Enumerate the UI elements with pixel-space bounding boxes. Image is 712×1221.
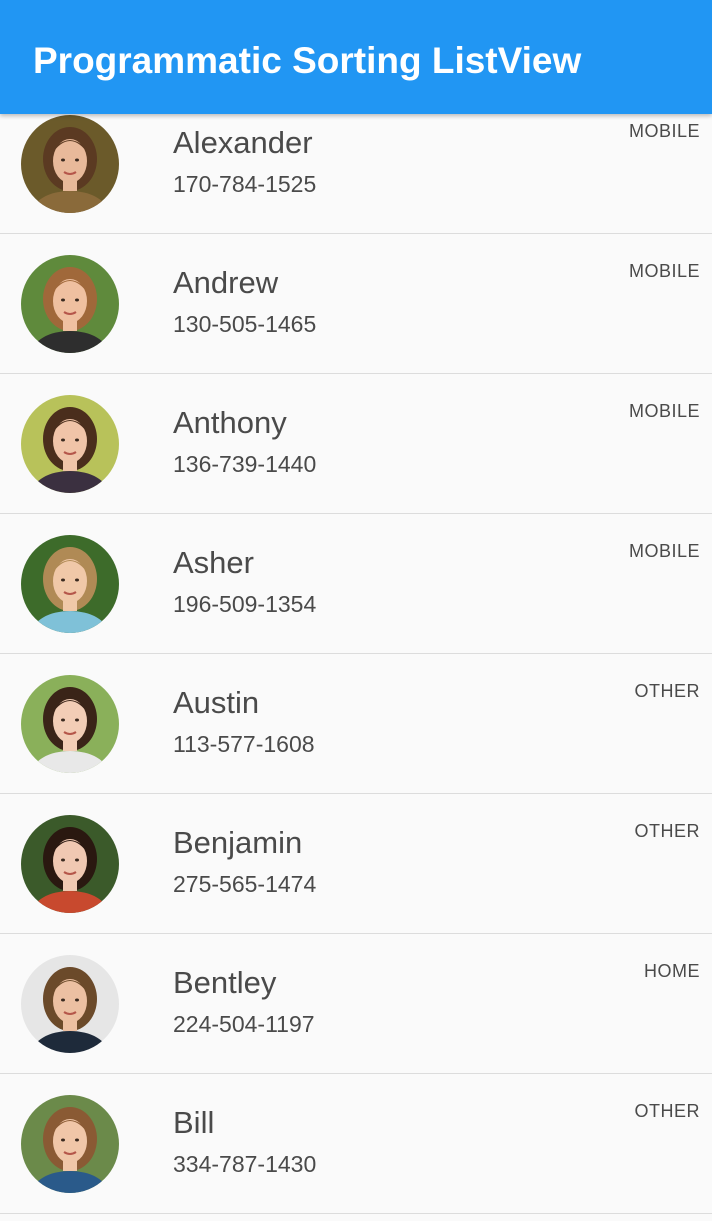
contact-phone: 170-784-1525	[173, 171, 317, 197]
list-item[interactable]: Asher 196-509-1354 MOBILE	[0, 514, 712, 654]
list-item[interactable]: Bentley 224-504-1197 HOME	[0, 934, 712, 1074]
contact-type-label: MOBILE	[628, 541, 700, 561]
contact-list[interactable]: Alexander 170-784-1525 MOBILE Andrew 130-505…	[0, 94, 712, 1214]
list-item[interactable]: Anthony 136-739-1440 MOBILE	[0, 374, 712, 514]
contact-type-label: OTHER	[634, 681, 700, 701]
page-title: Programmatic Sorting ListView	[33, 40, 582, 81]
avatar	[21, 115, 119, 213]
list-item[interactable]: Benjamin 275-565-1474 OTHER	[0, 794, 712, 934]
list-item[interactable]: Andrew 130-505-1465 MOBILE	[0, 234, 712, 374]
contact-name: Austin	[173, 685, 260, 720]
contact-phone: 196-509-1354	[173, 591, 317, 617]
avatar	[21, 395, 119, 493]
avatar	[21, 255, 119, 353]
contact-phone: 334-787-1430	[173, 1151, 317, 1177]
contact-phone: 130-505-1465	[173, 311, 317, 337]
contact-name: Asher	[173, 545, 254, 580]
contact-name: Bill	[173, 1105, 215, 1140]
avatar	[21, 675, 119, 773]
avatar	[21, 815, 119, 913]
avatar	[21, 955, 119, 1053]
list-item[interactable]: Alexander 170-784-1525 MOBILE	[0, 94, 712, 234]
app-bar: Programmatic Sorting ListView	[0, 0, 712, 114]
contact-phone: 224-504-1197	[173, 1011, 315, 1037]
contact-phone: 113-577-1608	[173, 731, 315, 757]
contact-type-label: MOBILE	[628, 121, 700, 141]
avatar	[21, 1095, 119, 1193]
contact-phone: 275-565-1474	[173, 871, 317, 897]
contact-name: Anthony	[173, 405, 287, 440]
contact-name: Bentley	[173, 965, 277, 1000]
contact-type-label: OTHER	[634, 1101, 700, 1121]
contact-type-label: MOBILE	[628, 401, 700, 421]
contact-name: Andrew	[173, 265, 279, 300]
contact-phone: 136-739-1440	[173, 451, 317, 477]
contact-name: Alexander	[173, 125, 313, 160]
contact-name: Benjamin	[173, 825, 303, 860]
list-item[interactable]: Austin 113-577-1608 OTHER	[0, 654, 712, 794]
avatar	[21, 535, 119, 633]
contact-type-label: MOBILE	[628, 261, 700, 281]
contact-type-label: OTHER	[634, 821, 700, 841]
list-item[interactable]: Bill 334-787-1430 OTHER	[0, 1074, 712, 1214]
contact-type-label: HOME	[644, 961, 700, 981]
